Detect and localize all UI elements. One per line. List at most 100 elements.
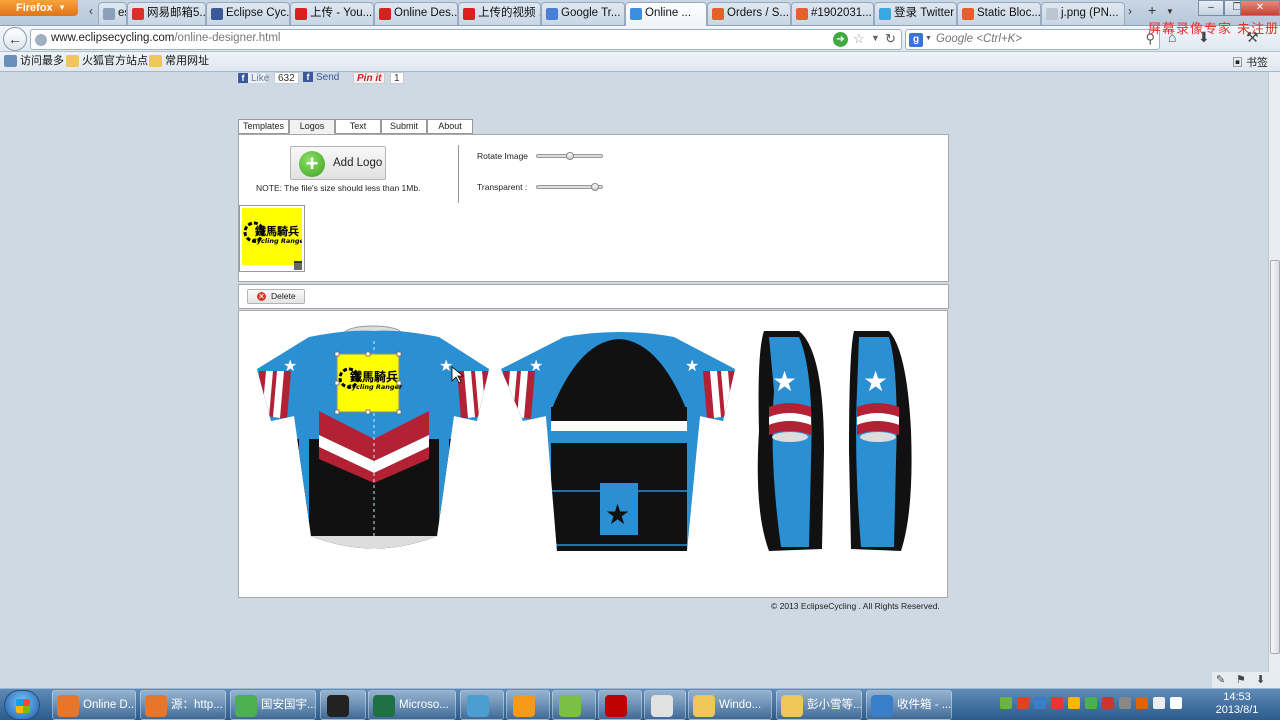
- tab-templates[interactable]: Templates: [238, 119, 289, 134]
- tray-network-icon[interactable]: [1153, 696, 1165, 709]
- bookmark-label: 常用网址: [165, 55, 209, 67]
- taskbar-button[interactable]: 源：http...: [140, 690, 226, 720]
- clock[interactable]: 14:53 2013/8/1: [1208, 691, 1266, 717]
- transparent-slider[interactable]: [536, 183, 603, 191]
- eclipse-site-icon: [630, 8, 642, 20]
- firefox-menu-button[interactable]: Firefox ▼: [0, 0, 78, 16]
- browser-tab[interactable]: 上传 - You...: [290, 2, 374, 25]
- folder-icon: [66, 55, 79, 67]
- close-window-button[interactable]: ✕: [1240, 0, 1280, 16]
- download-icon[interactable]: ⬇: [1198, 29, 1210, 46]
- addon-icon[interactable]: ✎: [1216, 673, 1225, 686]
- taskbar-button[interactable]: [506, 690, 550, 720]
- tab-text[interactable]: Text: [335, 119, 381, 134]
- site-identity-icon[interactable]: [35, 34, 47, 46]
- tray-app-icon[interactable]: [1085, 696, 1097, 709]
- bookmarks-menu[interactable]: ▣ 书签: [1232, 54, 1268, 70]
- tray-app-icon[interactable]: [1119, 696, 1131, 709]
- transparent-slider-handle[interactable]: [591, 183, 600, 191]
- rotate-image-slider[interactable]: [536, 152, 603, 160]
- start-button[interactable]: [4, 690, 40, 720]
- history-dropdown-icon[interactable]: ▼: [871, 33, 880, 43]
- tab-scroll-left-icon[interactable]: ‹: [84, 4, 98, 22]
- home-icon[interactable]: ⌂: [1168, 29, 1176, 45]
- tools-icon[interactable]: ⚒: [1246, 29, 1259, 46]
- image-file-icon: [1046, 8, 1058, 20]
- tray-qq-icon[interactable]: [1068, 696, 1080, 709]
- search-engine-dropdown-icon[interactable]: ▼: [925, 35, 932, 42]
- delete-button[interactable]: ✕ Delete: [247, 289, 305, 304]
- add-logo-button[interactable]: + Add Logo: [290, 146, 386, 180]
- tray-app-icon[interactable]: [1034, 696, 1046, 709]
- tab-logos[interactable]: Logos: [289, 119, 335, 134]
- scrollbar-thumb[interactable]: [1270, 260, 1280, 654]
- browser-tab[interactable]: Orders / S...: [707, 2, 791, 25]
- back-button[interactable]: ←: [3, 27, 27, 51]
- browser-tab[interactable]: j.png (PN...: [1041, 2, 1125, 25]
- tray-app-icon[interactable]: [1136, 696, 1148, 709]
- taskbar-button[interactable]: 国安国宇...: [230, 690, 316, 720]
- search-bar[interactable]: g ▼ Google <Ctrl+K> ⚲: [905, 29, 1160, 50]
- reload-icon[interactable]: ↻: [885, 31, 896, 47]
- list-tabs-icon[interactable]: ▼: [1166, 7, 1174, 16]
- browser-tab[interactable]: Static Bloc...: [957, 2, 1041, 25]
- taskbar-button[interactable]: [320, 690, 366, 720]
- go-arrow-icon[interactable]: ➔: [833, 32, 848, 47]
- browser-tab[interactable]: Online Des...: [374, 2, 458, 25]
- taskbar-button[interactable]: [644, 690, 686, 720]
- browser-tab[interactable]: Google Tr...: [541, 2, 625, 25]
- tab-about[interactable]: About: [427, 119, 473, 134]
- taskbar-button[interactable]: [460, 690, 504, 720]
- new-tab-icon[interactable]: +: [1148, 2, 1156, 18]
- navigation-bar: ← www.eclipsecycling.com/online-designer…: [0, 26, 1280, 52]
- facebook-send-button[interactable]: f Send: [302, 72, 341, 84]
- vertical-scrollbar[interactable]: [1268, 72, 1280, 672]
- magento-icon: [796, 8, 808, 20]
- tray-volume-icon[interactable]: [1170, 696, 1182, 709]
- browser-tab[interactable]: #1902031...: [791, 2, 874, 25]
- tray-pdf-icon[interactable]: [1051, 696, 1063, 709]
- tray-app-icon[interactable]: [1017, 696, 1029, 709]
- browser-tab[interactable]: Eclipse Cyc...: [206, 2, 290, 25]
- browser-tab[interactable]: es...: [98, 2, 127, 25]
- tab-submit[interactable]: Submit: [381, 119, 427, 134]
- tray-app-icon[interactable]: [1102, 696, 1114, 709]
- mail-icon: [871, 695, 893, 717]
- address-bar[interactable]: www.eclipsecycling.com/online-designer.h…: [30, 29, 902, 50]
- trash-icon[interactable]: [294, 261, 302, 270]
- tray-app-icon[interactable]: [1000, 696, 1012, 709]
- taskbar-button[interactable]: 收件箱 - ...: [866, 690, 952, 720]
- bookmark-item[interactable]: 访问最多: [4, 54, 64, 69]
- uploaded-logo-thumbnail[interactable]: 鐵馬騎兵 Cycling Ranger: [239, 205, 308, 272]
- bookmark-star-icon[interactable]: ☆: [853, 31, 865, 47]
- browser-tab[interactable]: 网易邮箱5....: [127, 2, 206, 25]
- download-icon[interactable]: ⬇: [1256, 673, 1265, 686]
- logo-thumbnail-en-text: Cycling Ranger: [252, 237, 302, 245]
- minimize-button[interactable]: –: [1198, 0, 1224, 16]
- taskbar-button[interactable]: Windo...: [688, 690, 772, 720]
- facebook-like-button[interactable]: f Like: [236, 72, 269, 84]
- browser-tab[interactable]: Online ...: [625, 2, 707, 26]
- bookmark-item[interactable]: 常用网址: [149, 54, 209, 69]
- bookmark-item[interactable]: 火狐官方站点: [66, 54, 148, 69]
- addon-icon[interactable]: ⚑: [1236, 673, 1246, 686]
- pinterest-button[interactable]: Pin it: [353, 72, 386, 84]
- design-canvas[interactable]: ★ ★ 鐵馬騎兵 Cycling Ranger ★ ★ ★ ★ ★: [238, 310, 948, 598]
- tab-label: Online Des...: [394, 7, 458, 19]
- browser-tab[interactable]: 登录 Twitter: [874, 2, 957, 25]
- taskbar-button[interactable]: Microso...: [368, 690, 456, 720]
- facebook-icon: f: [238, 73, 248, 83]
- search-placeholder: Google <Ctrl+K>: [936, 33, 1022, 45]
- taskbar-button[interactable]: 彭小雪等...: [776, 690, 862, 720]
- google-icon[interactable]: g: [909, 33, 923, 47]
- tab-scroll-right-icon[interactable]: ›: [1128, 4, 1132, 18]
- taskbar-button[interactable]: [552, 690, 596, 720]
- excel-icon: [373, 695, 395, 717]
- taskbar-label: 国安国宇...: [261, 699, 316, 711]
- taskbar-button[interactable]: Online D...: [52, 690, 136, 720]
- taskbar-button[interactable]: [598, 690, 642, 720]
- tab-label: es...: [118, 7, 126, 19]
- evernote-icon: [559, 695, 581, 717]
- rotate-slider-handle[interactable]: [565, 152, 574, 160]
- browser-tab[interactable]: 上传的视频 ...: [458, 2, 541, 25]
